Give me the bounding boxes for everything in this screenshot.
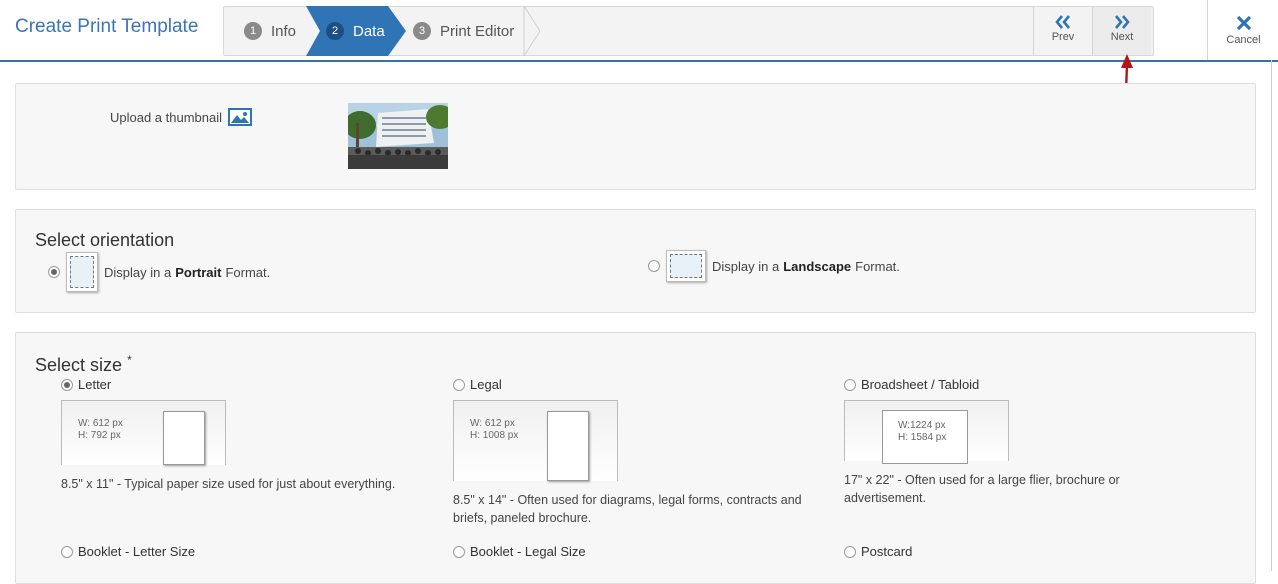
orientation-title: Select orientation bbox=[35, 230, 175, 250]
letter-page-shape bbox=[163, 411, 205, 465]
step-label: Data bbox=[353, 22, 385, 40]
legal-radio[interactable] bbox=[453, 378, 465, 391]
upload-thumbnail-label: Upload a thumbnail bbox=[110, 109, 223, 125]
letter-label: Letter bbox=[78, 377, 112, 392]
landscape-radio[interactable] bbox=[648, 260, 660, 272]
broadsheet-dims: W:1224 px H: 1584 px bbox=[898, 420, 946, 444]
next-label: Next bbox=[1110, 31, 1134, 43]
cancel-button[interactable]: Cancel bbox=[1207, 0, 1278, 60]
step-info[interactable]: 1 Info bbox=[244, 7, 296, 55]
broadsheet-description: 17" x 22" - Often used for a large flier… bbox=[844, 473, 1120, 505]
portrait-suffix: Format. bbox=[225, 264, 271, 280]
portrait-radio[interactable] bbox=[48, 266, 60, 278]
booklet-legal-label: Booklet - Legal Size bbox=[470, 544, 586, 559]
thumbnail-image[interactable] bbox=[348, 103, 448, 169]
letter-dims: W: 612 px H: 792 px bbox=[78, 418, 123, 442]
letter-radio[interactable] bbox=[61, 378, 73, 391]
booklet-legal-radio[interactable] bbox=[453, 545, 465, 558]
step-number: 3 bbox=[413, 22, 431, 40]
size-option-booklet-letter[interactable]: Booklet - Letter Size bbox=[61, 544, 441, 559]
prev-label: Prev bbox=[1051, 31, 1075, 43]
broadsheet-label: Broadsheet / Tabloid bbox=[861, 377, 980, 392]
postcard-label: Postcard bbox=[861, 544, 913, 559]
page-header: Create Print Template 1 Info 2 Data 3 Pr… bbox=[0, 0, 1278, 62]
next-button[interactable]: Next bbox=[1092, 7, 1151, 55]
step-number: 1 bbox=[244, 22, 262, 40]
size-option-legal[interactable]: Legal W: 612 px H: 1008 px 8.5" x 14" - … bbox=[453, 377, 833, 527]
portrait-label: Portrait bbox=[175, 264, 222, 280]
legal-page-shape bbox=[547, 411, 589, 481]
legal-width: W: 612 px bbox=[470, 418, 515, 429]
cancel-label: Cancel bbox=[1226, 34, 1261, 46]
broadsheet-width: W:1224 px bbox=[898, 420, 946, 431]
thumbnail-panel: Upload a thumbnail bbox=[15, 83, 1256, 190]
size-title: Select size * bbox=[35, 353, 132, 376]
postcard-radio[interactable] bbox=[844, 545, 856, 558]
size-option-letter[interactable]: Letter W: 612 px H: 792 px 8.5" x 11" - … bbox=[61, 377, 441, 493]
page-title: Create Print Template bbox=[15, 16, 199, 37]
portrait-page-icon bbox=[66, 252, 98, 292]
orientation-landscape-option[interactable]: Display in a Landscape Format. bbox=[648, 250, 900, 282]
wizard-stepper: 1 Info 2 Data 3 Print Editor Prev Next bbox=[223, 6, 1154, 56]
orientation-portrait-option[interactable]: Display in a Portrait Format. bbox=[48, 252, 270, 292]
step-label: Print Editor bbox=[440, 22, 515, 40]
double-chevron-right-icon bbox=[1115, 15, 1130, 29]
legal-dims: W: 612 px H: 1008 px bbox=[470, 418, 518, 442]
legal-label: Legal bbox=[470, 377, 502, 392]
landscape-suffix: Format. bbox=[855, 258, 900, 274]
step-label: Info bbox=[271, 22, 297, 40]
booklet-letter-radio[interactable] bbox=[61, 545, 73, 558]
letter-preview: W: 612 px H: 792 px bbox=[61, 400, 226, 465]
prev-button[interactable]: Prev bbox=[1033, 7, 1092, 55]
legal-preview: W: 612 px H: 1008 px bbox=[453, 400, 618, 481]
image-icon bbox=[228, 108, 253, 126]
broadsheet-preview: W:1224 px H: 1584 px bbox=[844, 400, 1009, 464]
scroll-edge bbox=[1271, 60, 1272, 571]
letter-description: 8.5" x 11" - Typical paper size used for… bbox=[61, 477, 396, 491]
landscape-prefix: Display in a bbox=[712, 258, 780, 274]
broadsheet-height: H: 1584 px bbox=[898, 432, 947, 443]
double-chevron-left-icon bbox=[1055, 15, 1070, 29]
legal-description: 8.5" x 14" - Often used for diagrams, le… bbox=[453, 493, 802, 525]
close-icon bbox=[1236, 15, 1251, 31]
size-option-broadsheet[interactable]: Broadsheet / Tabloid W:1224 px H: 1584 p… bbox=[844, 377, 1224, 507]
legal-height: H: 1008 px bbox=[470, 430, 519, 441]
size-panel: Select size * Letter W: 612 px H: 792 px… bbox=[15, 332, 1256, 584]
upload-thumbnail[interactable]: Upload a thumbnail bbox=[110, 108, 253, 126]
letter-width: W: 612 px bbox=[78, 418, 123, 429]
letter-height: H: 792 px bbox=[78, 430, 121, 441]
portrait-prefix: Display in a bbox=[104, 264, 172, 280]
landscape-label: Landscape bbox=[783, 258, 852, 274]
orientation-panel: Select orientation Display in a Portrait… bbox=[15, 209, 1256, 313]
size-option-booklet-legal[interactable]: Booklet - Legal Size bbox=[453, 544, 833, 559]
step-print-editor[interactable]: 3 Print Editor bbox=[413, 7, 514, 55]
landscape-page-icon bbox=[666, 250, 706, 282]
step-data[interactable]: 2 Data bbox=[326, 7, 385, 55]
size-option-postcard[interactable]: Postcard bbox=[844, 544, 1224, 559]
booklet-letter-label: Booklet - Letter Size bbox=[78, 544, 196, 559]
required-mark: * bbox=[127, 353, 132, 367]
size-title-text: Select size bbox=[35, 355, 123, 375]
step-number: 2 bbox=[326, 22, 344, 40]
broadsheet-radio[interactable] bbox=[844, 378, 856, 391]
